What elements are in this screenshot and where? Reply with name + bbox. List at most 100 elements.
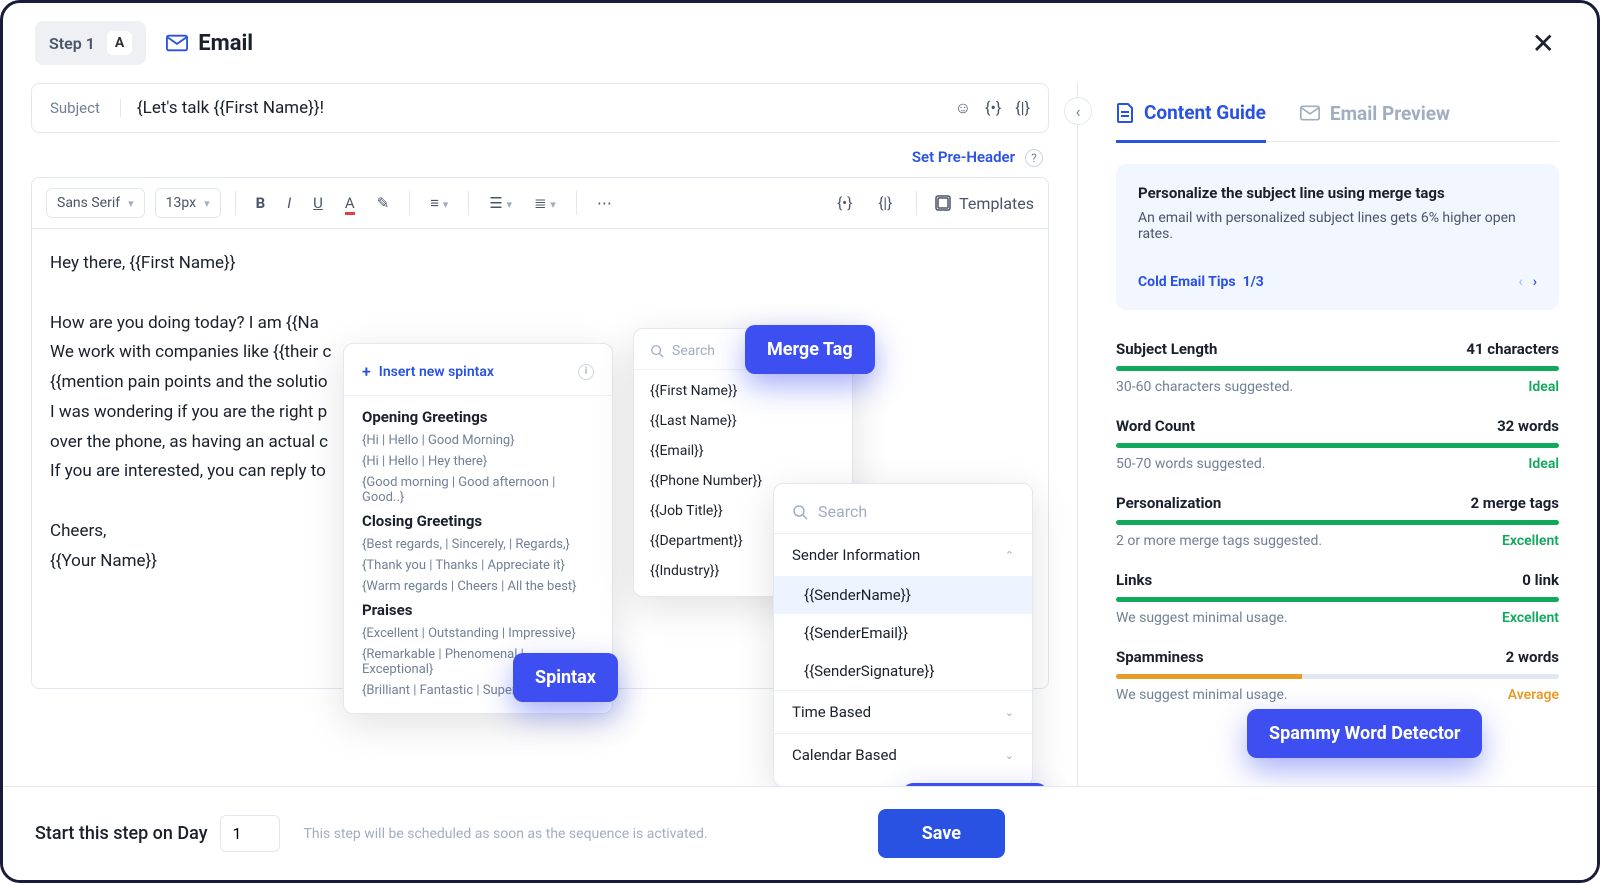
metric-label: Links xyxy=(1116,571,1152,589)
variable-icon[interactable]: {|} xyxy=(1015,98,1030,118)
variable-section-header[interactable]: Sender Information⌃ xyxy=(774,533,1032,576)
variable-tag-popup: Search Sender Information⌃{{SenderName}}… xyxy=(773,483,1033,787)
tip-link[interactable]: Cold Email Tips 1/3 xyxy=(1138,274,1264,290)
variable-tag-item[interactable]: {{SenderEmail}} xyxy=(774,614,1032,652)
variant-badge: A xyxy=(107,31,132,55)
spintax-item[interactable]: {Hi | Hello | Good Morning} xyxy=(344,430,612,451)
page-title: Email xyxy=(166,31,253,56)
tip-body: An email with personalized subject lines… xyxy=(1138,210,1537,242)
tip-next-button[interactable]: › xyxy=(1533,274,1537,290)
metric-row: Spamminess 2 words We suggest minimal usag… xyxy=(1116,648,1559,703)
metric-value: 0 link xyxy=(1522,571,1559,589)
variable-tag-item[interactable]: {{SenderName}} xyxy=(774,576,1032,614)
italic-button[interactable]: I xyxy=(281,190,297,216)
bold-button[interactable]: B xyxy=(250,190,272,216)
save-button[interactable]: Save xyxy=(878,809,1005,858)
emoji-icon[interactable]: ☺ xyxy=(955,98,971,118)
metric-value: 2 merge tags xyxy=(1470,494,1559,512)
editor-toolbar: Sans Serif▾ 13px▾ B I U A ✎ ≡ ▾ ☰ ▾ ≣ ▾ … xyxy=(31,177,1049,229)
variable-tag-item[interactable]: {{SenderSignature}} xyxy=(774,652,1032,690)
more-button[interactable]: ⋯ xyxy=(591,190,618,216)
unordered-list-button[interactable]: ≣ ▾ xyxy=(528,190,562,216)
tip-prev-button[interactable]: ‹ xyxy=(1518,274,1522,290)
tab-email-preview[interactable]: Email Preview xyxy=(1300,101,1450,141)
merge-tag-item[interactable]: {{Email}} xyxy=(634,436,852,466)
info-icon[interactable]: i xyxy=(578,364,594,380)
footer-note: This step will be scheduled as soon as t… xyxy=(304,826,708,842)
metric-label: Word Count xyxy=(1116,417,1195,435)
templates-icon xyxy=(935,195,951,211)
callout-merge-tag: Merge Tag xyxy=(745,325,875,374)
step-label: Step 1 xyxy=(49,34,95,53)
callout-spammy-detector: Spammy Word Detector xyxy=(1247,709,1482,758)
metric-value: 2 words xyxy=(1506,648,1559,666)
spintax-item[interactable]: {Hi | Hello | Hey there} xyxy=(344,451,612,472)
start-day-input[interactable] xyxy=(220,815,280,852)
metric-status: Ideal xyxy=(1528,379,1559,395)
spintax-item[interactable]: {Warm regards | Cheers | All the best} xyxy=(344,576,612,597)
metric-hint: 30-60 characters suggested. xyxy=(1116,379,1293,395)
close-button[interactable]: ✕ xyxy=(1522,23,1565,64)
metric-row: Word Count 32 words 50-70 words suggested.… xyxy=(1116,417,1559,472)
ordered-list-button[interactable]: ☰ ▾ xyxy=(483,190,518,216)
subject-input[interactable]: {Let's talk {{First Name}}! xyxy=(137,98,939,118)
chevron-down-icon: ⌄ xyxy=(1005,749,1014,762)
metric-row: Links 0 link We suggest minimal usage. Exce… xyxy=(1116,571,1559,626)
metric-hint: 2 or more merge tags suggested. xyxy=(1116,533,1322,549)
templates-button[interactable]: Templates xyxy=(935,194,1034,213)
merge-tag-item[interactable]: {{Last Name}} xyxy=(634,406,852,436)
spintax-group-title: Opening Greetings xyxy=(344,404,612,430)
subject-row[interactable]: Subject {Let's talk {{First Name}}! ☺ {•… xyxy=(31,83,1049,133)
document-icon xyxy=(1116,103,1134,123)
metric-status: Excellent xyxy=(1502,610,1559,626)
font-family-select[interactable]: Sans Serif▾ xyxy=(46,188,145,218)
font-size-select[interactable]: 13px▾ xyxy=(155,188,221,218)
metric-value: 41 characters xyxy=(1466,340,1559,358)
subject-label: Subject xyxy=(50,99,121,117)
chevron-up-icon: ⌃ xyxy=(1005,549,1014,562)
toolbar-spintax-icon[interactable]: {•} xyxy=(831,190,858,216)
metric-row: Subject Length41 characters30-60 charact… xyxy=(1116,340,1559,395)
metric-value: 32 words xyxy=(1497,417,1559,435)
metric-hint: We suggest minimal usage. xyxy=(1116,610,1288,626)
metric-status: Average xyxy=(1508,687,1559,703)
metric-row: Personalization 2 merge tags 2 or more mer… xyxy=(1116,494,1559,549)
merge-tag-item[interactable]: {{First Name}} xyxy=(634,376,852,406)
step-badge: Step 1 A xyxy=(35,21,146,65)
underline-button[interactable]: U xyxy=(307,190,329,216)
metric-status: Ideal xyxy=(1528,456,1559,472)
align-button[interactable]: ≡ ▾ xyxy=(424,190,454,216)
callout-spintax: Spintax xyxy=(513,653,618,702)
chevron-down-icon: ⌄ xyxy=(1005,706,1014,719)
variable-section-header[interactable]: Calendar Based⌄ xyxy=(774,733,1032,776)
help-icon[interactable]: ? xyxy=(1025,149,1043,167)
set-preheader-link[interactable]: Set Pre-Header xyxy=(912,148,1015,166)
variable-search-input[interactable]: Search xyxy=(774,494,1032,533)
mail-icon xyxy=(1300,105,1320,121)
spintax-item[interactable]: {Best regards, | Sincerely, | Regards,} xyxy=(344,534,612,555)
highlight-button[interactable]: ✎ xyxy=(371,190,396,216)
toolbar-variable-icon[interactable]: {|} xyxy=(872,190,898,216)
spintax-item[interactable]: {Good morning | Good afternoon | Good..} xyxy=(344,472,612,508)
tip-card: Personalize the subject line using merge… xyxy=(1116,164,1559,310)
metric-hint: We suggest minimal usage. xyxy=(1116,687,1288,703)
insert-spintax-button[interactable]: + Insert new spintax i xyxy=(344,356,612,387)
search-icon xyxy=(650,344,664,358)
metric-label: Personalization xyxy=(1116,494,1221,512)
mail-icon xyxy=(166,34,188,52)
metric-status: Excellent xyxy=(1502,533,1559,549)
tab-content-guide[interactable]: Content Guide xyxy=(1116,101,1266,143)
variable-section-header[interactable]: Time Based⌄ xyxy=(774,690,1032,733)
metric-label: Spamminess xyxy=(1116,648,1204,666)
spintax-icon[interactable]: {•} xyxy=(985,98,1001,118)
spintax-group-title: Praises xyxy=(344,597,612,623)
start-day-label: Start this step on Day xyxy=(35,823,208,844)
search-icon xyxy=(792,504,808,520)
text-color-button[interactable]: A xyxy=(339,190,361,216)
spintax-item[interactable]: {Excellent | Outstanding | Impressive} xyxy=(344,623,612,644)
tip-title: Personalize the subject line using merge… xyxy=(1138,184,1537,202)
header: Step 1 A Email ✕ xyxy=(3,3,1597,83)
collapse-sidebar-button[interactable]: ‹ xyxy=(1064,97,1092,125)
metric-hint: 50-70 words suggested. xyxy=(1116,456,1265,472)
spintax-item[interactable]: {Thank you | Thanks | Appreciate it} xyxy=(344,555,612,576)
